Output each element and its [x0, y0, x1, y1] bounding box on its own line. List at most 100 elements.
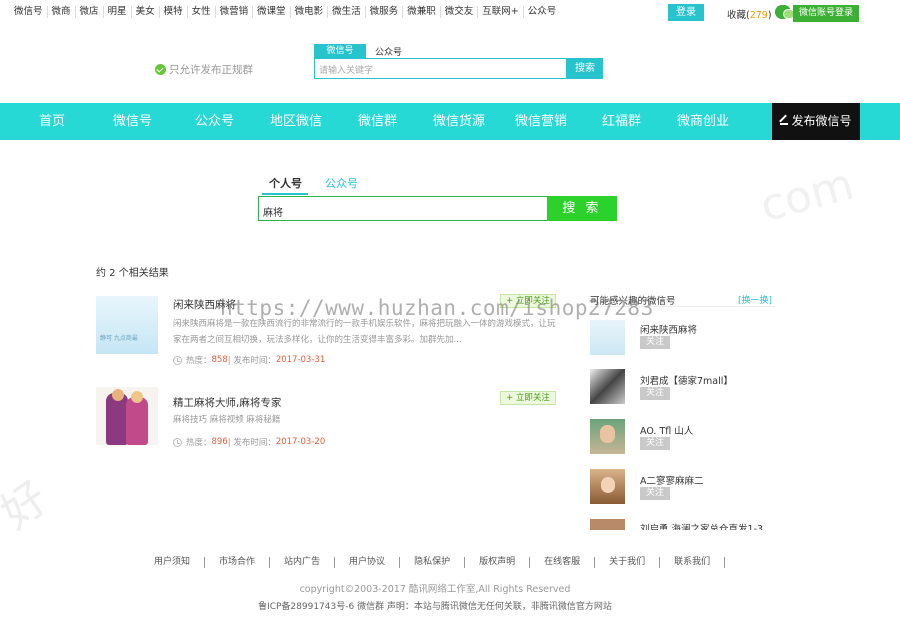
result-meta: 热度： 896 | 发布时间： 2017-03-20 [173, 436, 325, 448]
result-title[interactable]: 精工麻将大师,麻将专家 [173, 395, 281, 410]
footer-link[interactable]: 隐私保护 [400, 557, 466, 568]
tab-wechat-id[interactable]: 微信号 [314, 44, 366, 58]
figure-shape [112, 389, 124, 401]
top-link[interactable]: 美女 [132, 6, 160, 18]
footer-link[interactable]: 联系我们 [660, 557, 726, 568]
publish-date: 2017-03-20 [275, 437, 326, 447]
nav-marketing[interactable]: 微信营销 [515, 103, 567, 140]
sidebar-item-name[interactable]: 刘君成【德家7mall】 [640, 373, 733, 387]
result-description: 闲来陕西麻将是一款在陕西流行的非常流行的一款手机娱乐软件，麻将把玩融入一体的游戏… [173, 319, 556, 345]
header-search-input[interactable]: 请输入关键字 [314, 58, 567, 79]
publish-date: 2017-03-31 [275, 355, 326, 365]
favorite-label: 收藏( [727, 10, 750, 21]
sidebar-follow-button[interactable]: 关注 [640, 336, 670, 349]
nav-wechat-id[interactable]: 微信号 [113, 103, 152, 140]
avatar[interactable] [590, 519, 625, 530]
favorite-count: 279 [749, 10, 768, 21]
wechat-login-button[interactable]: 微信账号登录 [793, 5, 859, 22]
clock-icon [173, 355, 182, 365]
footer-link[interactable]: 市场合作 [205, 557, 271, 568]
hot-label: 热度： [186, 438, 212, 448]
pencil-icon [780, 117, 789, 125]
top-link[interactable]: 模特 [160, 6, 188, 18]
notice: 只允许发布正规群 [155, 62, 253, 77]
top-link[interactable]: 微服务 [366, 6, 404, 18]
top-link[interactable]: 微课堂 [253, 6, 291, 18]
avatar[interactable] [590, 369, 625, 404]
face-shape [601, 477, 615, 493]
nav-home[interactable]: 首页 [39, 103, 65, 140]
date-label: | 发布时间： [227, 356, 276, 366]
face-shape [600, 425, 615, 443]
result-meta: 热度： 858 | 发布时间： 2017-03-31 [173, 354, 325, 366]
tab-official-account[interactable]: 公众号 [375, 45, 402, 58]
main-search-button[interactable]: 搜 索 [547, 196, 617, 221]
nav-supply[interactable]: 微信货源 [433, 103, 485, 140]
header-search-button[interactable]: 搜索 [567, 58, 603, 79]
main-search-input[interactable]: 麻将 [258, 196, 548, 221]
watermark: 好 [0, 472, 58, 540]
tab-public[interactable]: 公众号 [325, 175, 358, 191]
favorite-close: ) [767, 10, 772, 21]
clock-icon [173, 437, 182, 447]
result-thumbnail[interactable] [96, 387, 158, 445]
nav-regional[interactable]: 地区微信 [270, 103, 322, 140]
top-link[interactable]: 明星 [104, 6, 132, 18]
sidebar-item-name[interactable]: 闲来陕西麻将 [640, 322, 697, 336]
footer-links: 用户须知 市场合作 站内广告 用户协议 隐私保护 版权声明 在线客服 关于我们 … [140, 557, 726, 568]
sidebar-item-name[interactable]: AO. Tfl 山人 [640, 423, 693, 437]
top-link[interactable]: 微电影 [291, 6, 329, 18]
footer-link[interactable]: 在线客服 [530, 557, 596, 568]
wechat-icon [775, 5, 795, 19]
copyright: copyright©2003-2017 酷讯网络工作室,All Rights R… [299, 584, 571, 595]
sidebar-follow-button[interactable]: 关注 [640, 437, 670, 450]
sidebar-item-name[interactable]: A二寥寥麻麻二 [640, 473, 704, 487]
active-tab-indicator [262, 193, 308, 195]
tab-personal[interactable]: 个人号 [269, 175, 302, 191]
avatar[interactable] [590, 419, 625, 454]
footer-link[interactable]: 用户须知 [140, 557, 206, 568]
sidebar-follow-button[interactable]: 关注 [640, 387, 670, 400]
hot-value: 858 [211, 355, 228, 365]
hot-value: 896 [211, 437, 228, 447]
footer-link[interactable]: 版权声明 [465, 557, 531, 568]
result-count: 约 2 个相关结果 [96, 268, 169, 279]
top-link[interactable]: 互联网+ [478, 6, 524, 18]
main-nav: 首页 微信号 公众号 地区微信 微信群 微信货源 微信营销 红福群 微商创业 发… [0, 103, 900, 140]
figure-shape [131, 391, 143, 403]
nav-red-envelope[interactable]: 红福群 [602, 103, 641, 140]
thumbnail-text: 静可 九点商最 [100, 335, 138, 342]
favorite-link[interactable]: 收藏(279) [727, 7, 772, 21]
top-link[interactable]: 微兼职 [403, 6, 441, 18]
footer-link[interactable]: 用户协议 [335, 557, 401, 568]
top-link[interactable]: 微店 [76, 6, 104, 18]
notice-text: 只允许发布正规群 [169, 64, 253, 76]
top-link[interactable]: 微信号 [10, 6, 48, 18]
nav-business[interactable]: 微商创业 [677, 103, 729, 140]
nav-official-account[interactable]: 公众号 [195, 103, 234, 140]
avatar[interactable] [590, 320, 625, 355]
date-label: | 发布时间： [227, 438, 276, 448]
hot-label: 热度： [186, 356, 212, 366]
publish-button[interactable]: 发布微信号 [772, 103, 860, 140]
top-link[interactable]: 微商 [48, 6, 76, 18]
footer-link[interactable]: 站内广告 [270, 557, 336, 568]
result-thumbnail[interactable]: 静可 九点商最 [96, 296, 158, 354]
nav-groups[interactable]: 微信群 [358, 103, 397, 140]
watermark: https://www.huzhan.com/ishop27283 [220, 296, 654, 320]
login-button[interactable]: 登录 [668, 4, 704, 21]
footer-link[interactable]: 关于我们 [595, 557, 661, 568]
top-link[interactable]: 女性 [188, 6, 216, 18]
top-link[interactable]: 微生活 [328, 6, 366, 18]
follow-button[interactable]: + 立即关注 [500, 391, 556, 405]
check-icon [155, 64, 166, 75]
switch-button[interactable]: [换一换] [738, 293, 772, 306]
sidebar-follow-button[interactable]: 关注 [640, 487, 670, 500]
watermark: com [755, 158, 859, 233]
top-link[interactable]: 公众号 [524, 6, 561, 18]
avatar[interactable] [590, 469, 625, 504]
top-link[interactable]: 微交友 [441, 6, 479, 18]
top-link[interactable]: 微营销 [216, 6, 254, 18]
sidebar-item-name[interactable]: 刘启勇 海澜之家总仓直发1-3 [640, 521, 763, 530]
icp-notice: 鲁ICP备28991743号-6 微信群 声明：本站与腾讯微信无任何关联，非腾讯… [258, 602, 612, 612]
